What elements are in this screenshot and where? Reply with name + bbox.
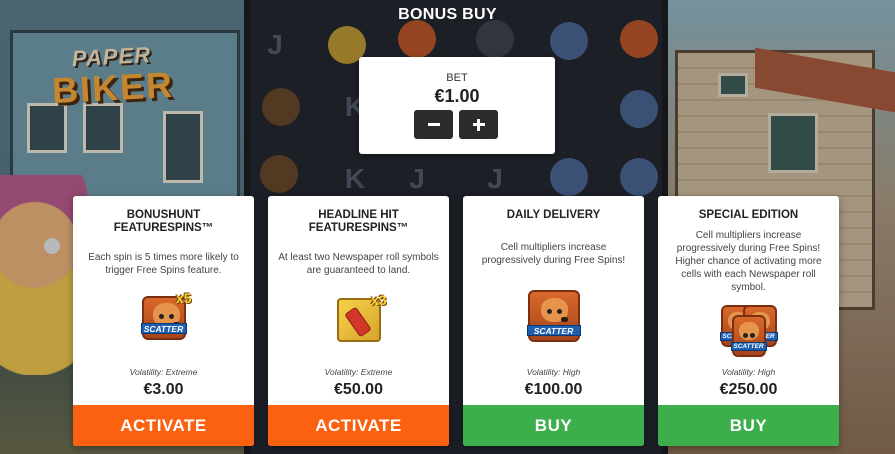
bet-label: BET [446,72,468,84]
scatter-label: SCATTER [140,323,187,334]
card-title: BONUSHUNT FEATURESPINS™ [113,209,214,234]
card-volatility: Volatility: Extreme [324,367,393,377]
bonus-card-headline-hit: HEADLINE HIT FEATURESPINS™ At least two … [268,196,449,446]
multiplier-label: x5 [175,290,192,306]
buy-button[interactable]: BUY [658,405,839,446]
activate-button[interactable]: ACTIVATE [268,405,449,446]
bet-value: €1.00 [434,86,480,106]
card-title: HEADLINE HIT FEATURESPINS™ [308,209,409,234]
scatter-dog-icon: SCATTER [526,290,581,342]
card-title: DAILY DELIVERY [506,209,601,221]
bet-panel: BET €1.00 [359,57,555,154]
card-description: At least two Newspaper roll symbols are … [278,252,439,276]
card-volatility: Volatility: High [721,367,776,377]
scatter-label: SCATTER [526,325,581,336]
bonus-card-daily-delivery: DAILY DELIVERY Cell multipliers increase… [463,196,644,446]
card-description: Cell multipliers increase progressively … [481,242,626,266]
buy-button[interactable]: BUY [463,405,644,446]
card-volatility: Volatility: High [526,367,581,377]
increase-bet-button[interactable] [459,110,498,139]
card-title: SPECIAL EDITION [698,209,799,221]
plus-icon [472,118,485,131]
minus-icon [427,123,440,126]
decrease-bet-button[interactable] [414,110,453,139]
scatter-dog-triple-icon: SCATTER SCATTER SCATTER [719,301,778,359]
card-description: Cell multipliers increase progressively … [675,230,822,293]
card-price: €100.00 [524,381,583,398]
bonus-card-special-edition: SPECIAL EDITION Cell multipliers increas… [658,196,839,446]
bonus-buy-title: BONUS BUY [398,6,497,23]
scatter-label: SCATTER [730,342,767,351]
bet-stepper [414,110,498,139]
card-description: Each spin is 5 times more likely to trig… [88,252,239,276]
card-price: €3.00 [143,381,184,398]
scatter-dog-x5-icon: SCATTER x5 [140,290,192,340]
card-price: €250.00 [719,381,778,398]
card-volatility: Volatility: Extreme [129,367,198,377]
newspaper-roll-x3-icon: x3 [336,292,387,342]
card-price: €50.00 [334,381,383,398]
multiplier-label: x3 [370,292,387,308]
bonus-card-bonushunt: BONUSHUNT FEATURESPINS™ Each spin is 5 t… [73,196,254,446]
activate-button[interactable]: ACTIVATE [73,405,254,446]
